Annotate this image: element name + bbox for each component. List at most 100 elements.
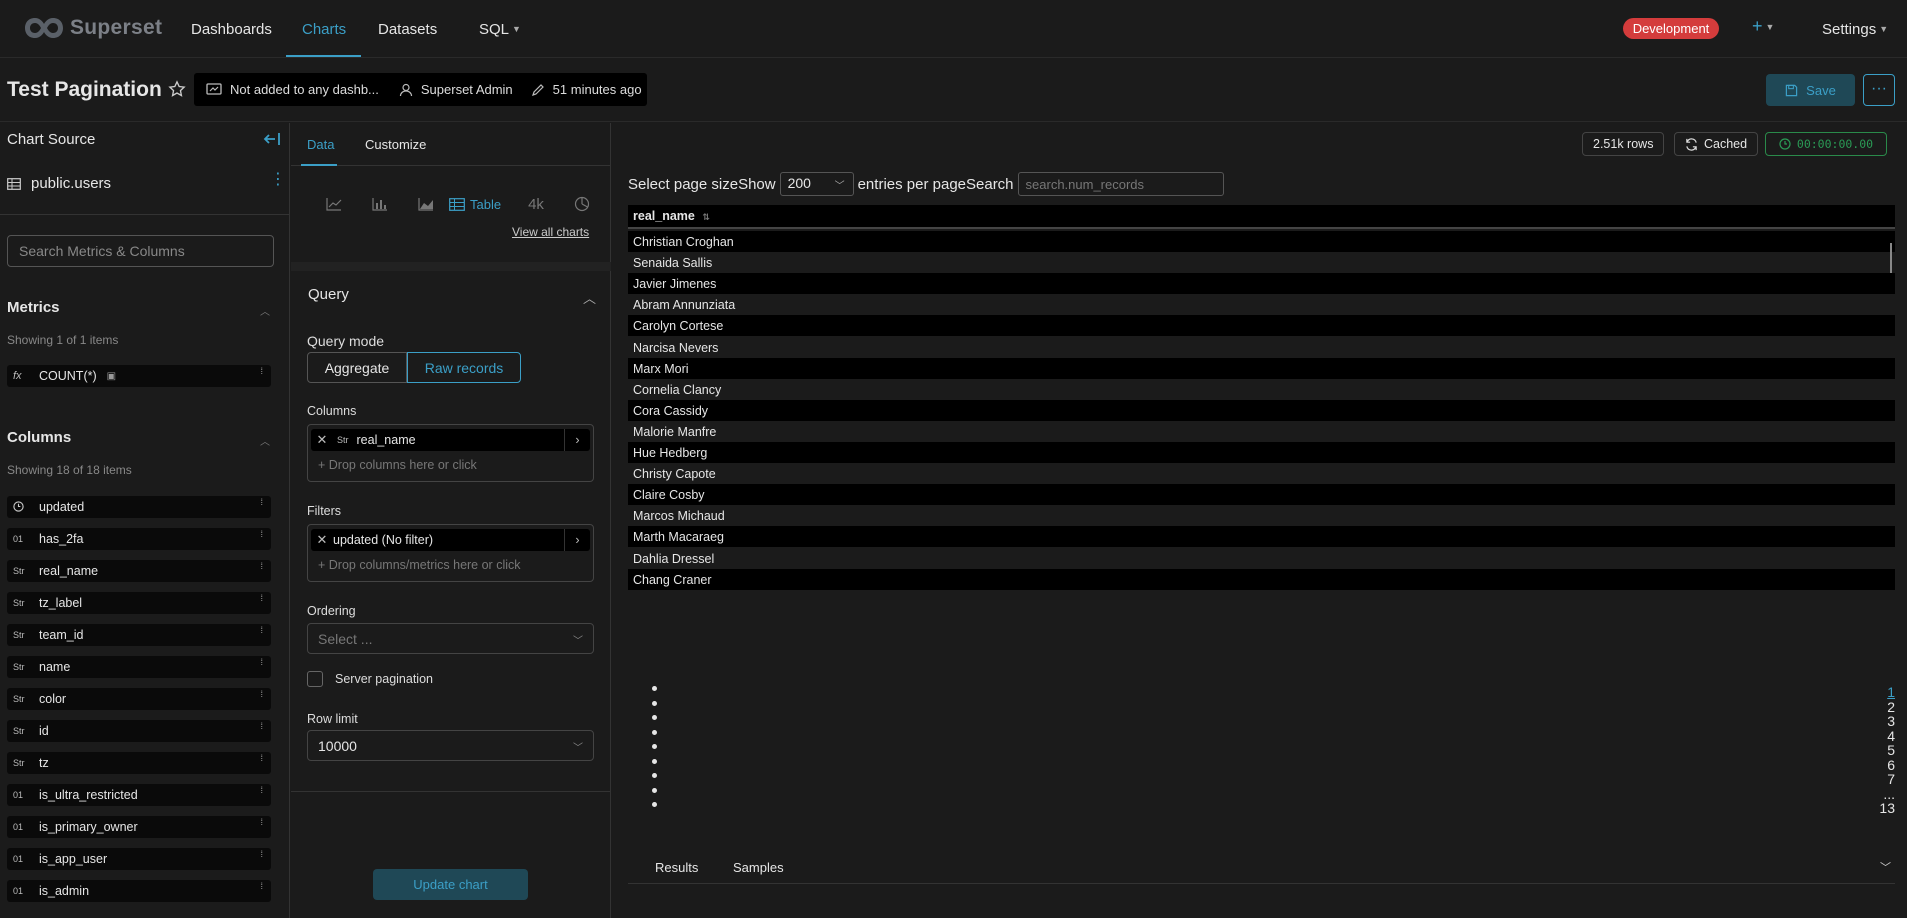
chevron-right-icon[interactable]: ›	[564, 529, 590, 551]
star-icon[interactable]	[168, 80, 186, 98]
metrics-heading[interactable]: Metrics	[7, 299, 60, 316]
column-name: real_name	[39, 564, 99, 578]
column-item[interactable]: Str color ⁞	[7, 688, 271, 710]
column-item[interactable]: Str id ⁞	[7, 720, 271, 742]
columns-heading[interactable]: Columns	[7, 429, 71, 446]
boolean-type-icon: 01	[13, 886, 24, 896]
nav-datasets[interactable]: Datasets	[378, 21, 437, 38]
metrics-columns-search-input[interactable]: Search Metrics & Columns	[7, 235, 274, 267]
list-bullet	[652, 802, 657, 807]
drag-handle-icon[interactable]: ⁞	[260, 594, 263, 603]
metric-item[interactable]: fx COUNT(*) ▣ ⁞	[7, 365, 271, 387]
pie-chart-icon[interactable]	[559, 194, 605, 214]
column-item[interactable]: Str tz_label ⁞	[7, 592, 271, 614]
table-row: Javier Jimenes	[628, 273, 1895, 295]
tab-customize[interactable]: Customize	[365, 137, 426, 152]
column-item[interactable]: Str real_name ⁞	[7, 560, 271, 582]
drag-handle-icon[interactable]: ⁞	[260, 498, 263, 507]
column-chip[interactable]: ✕ Str real_name ›	[311, 429, 590, 451]
column-item[interactable]: updated ⁞	[7, 496, 271, 518]
row-limit-select[interactable]: 10000 ﹀	[307, 730, 594, 761]
drag-handle-icon[interactable]: ⁞	[260, 882, 263, 891]
collapse-panel-icon[interactable]	[262, 131, 282, 147]
column-item[interactable]: Str tz ⁞	[7, 752, 271, 774]
drag-handle-icon[interactable]: ⁞	[260, 818, 263, 827]
column-item[interactable]: 01 is_admin ⁞	[7, 880, 271, 902]
pagination-page[interactable]: 13	[1875, 800, 1895, 816]
new-item-menu[interactable]: + ▼	[1752, 16, 1774, 37]
column-item[interactable]: 01 has_2fa ⁞	[7, 528, 271, 550]
chart-title[interactable]: Test Pagination	[7, 78, 162, 102]
remove-icon[interactable]: ✕	[311, 532, 333, 548]
dataset-selector[interactable]: public.users	[7, 175, 111, 192]
drag-handle-icon[interactable]: ⁞	[260, 658, 263, 667]
columns-dropzone[interactable]: + Drop columns here or click	[318, 458, 477, 472]
drag-handle-icon[interactable]: ⁞	[260, 367, 263, 376]
table-row: Hue Hedberg	[628, 442, 1895, 463]
remove-icon[interactable]: ✕	[311, 432, 333, 448]
drag-handle-icon[interactable]: ⁞	[260, 754, 263, 763]
nav-charts[interactable]: Charts	[302, 21, 346, 38]
page-size-select[interactable]: 200 ﹀	[779, 172, 854, 196]
raw-records-button[interactable]: Raw records	[407, 352, 521, 383]
view-all-charts-link[interactable]: View all charts	[512, 225, 589, 239]
drag-handle-icon[interactable]: ⁞	[260, 786, 263, 795]
chevron-down-icon[interactable]: ﹀	[1880, 859, 1891, 875]
big-number-viz-option[interactable]: 4k	[513, 194, 559, 214]
drag-handle-icon[interactable]: ⁞	[260, 690, 263, 699]
more-actions-button[interactable]: ···	[1863, 74, 1895, 106]
settings-menu[interactable]: Settings ▼	[1822, 21, 1888, 38]
metric-info-icon: ▣	[106, 370, 117, 382]
drag-handle-icon[interactable]: ⁞	[260, 530, 263, 539]
ordering-select[interactable]: Select ... ﹀	[307, 623, 594, 654]
sort-icon[interactable]: ⇅	[702, 212, 710, 222]
owner-info: Superset Admin	[399, 82, 513, 97]
aggregate-button[interactable]: Aggregate	[307, 352, 407, 383]
bar-chart-icon[interactable]	[357, 194, 403, 214]
query-section-title[interactable]: Query	[308, 286, 349, 303]
dashboards-info[interactable]: Not added to any dashb...	[206, 82, 379, 97]
dashboard-icon	[206, 82, 222, 95]
nav-sql[interactable]: SQL ▼	[479, 21, 521, 38]
column-item[interactable]: 01 is_app_user ⁞	[7, 848, 271, 870]
filter-chip[interactable]: ✕ updated (No filter) ›	[311, 529, 590, 551]
update-chart-button[interactable]: Update chart	[373, 869, 528, 900]
filters-control[interactable]: ✕ updated (No filter) › + Drop columns/m…	[307, 524, 594, 582]
chevron-up-icon[interactable]: ︿	[583, 288, 596, 307]
column-name: tz	[39, 756, 49, 770]
chevron-right-icon[interactable]: ›	[564, 429, 590, 451]
table-row: Claire Cosby	[628, 484, 1895, 506]
dataset-menu-icon[interactable]: ⋮	[270, 172, 286, 188]
area-chart-icon[interactable]	[403, 194, 449, 214]
server-pagination-checkbox[interactable]	[307, 671, 323, 687]
line-chart-icon[interactable]	[311, 194, 357, 214]
drag-handle-icon[interactable]: ⁞	[260, 722, 263, 731]
tab-samples[interactable]: Samples	[733, 860, 784, 875]
save-button[interactable]: Save	[1766, 74, 1855, 106]
column-item[interactable]: 01 is_primary_owner ⁞	[7, 816, 271, 838]
string-type-icon: Str	[13, 694, 25, 704]
drag-handle-icon[interactable]: ⁞	[260, 850, 263, 859]
caret-down-icon: ▼	[1765, 22, 1775, 32]
chevron-up-icon[interactable]: ︿	[260, 433, 270, 448]
drag-handle-icon[interactable]: ⁞	[260, 562, 263, 571]
column-item[interactable]: 01 is_ultra_restricted ⁞	[7, 784, 271, 806]
table-row: Narcisa Nevers	[628, 337, 1895, 358]
tab-results[interactable]: Results	[655, 860, 698, 875]
superset-logo[interactable]: Superset	[24, 15, 162, 41]
column-item[interactable]: Str name ⁞	[7, 656, 271, 678]
table-header-real-name[interactable]: real_name ⇅	[628, 205, 1895, 229]
table-viz-option[interactable]: Table	[449, 197, 513, 212]
drag-handle-icon[interactable]: ⁞	[260, 626, 263, 635]
chevron-up-icon[interactable]: ︿	[260, 303, 270, 318]
panel-title: Chart Source	[7, 131, 96, 148]
nav-dashboards[interactable]: Dashboards	[191, 21, 272, 38]
cached-badge[interactable]: Cached	[1674, 132, 1759, 156]
table-scrollbar[interactable]	[1890, 243, 1892, 273]
columns-control[interactable]: ✕ Str real_name › + Drop columns here or…	[307, 424, 594, 482]
tab-data[interactable]: Data	[307, 137, 334, 152]
column-item[interactable]: Str team_id ⁞	[7, 624, 271, 646]
table-search-input[interactable]: search.num_records	[1017, 172, 1224, 196]
table-viz-label: Table	[470, 196, 502, 212]
filters-dropzone[interactable]: + Drop columns/metrics here or click	[318, 558, 521, 572]
